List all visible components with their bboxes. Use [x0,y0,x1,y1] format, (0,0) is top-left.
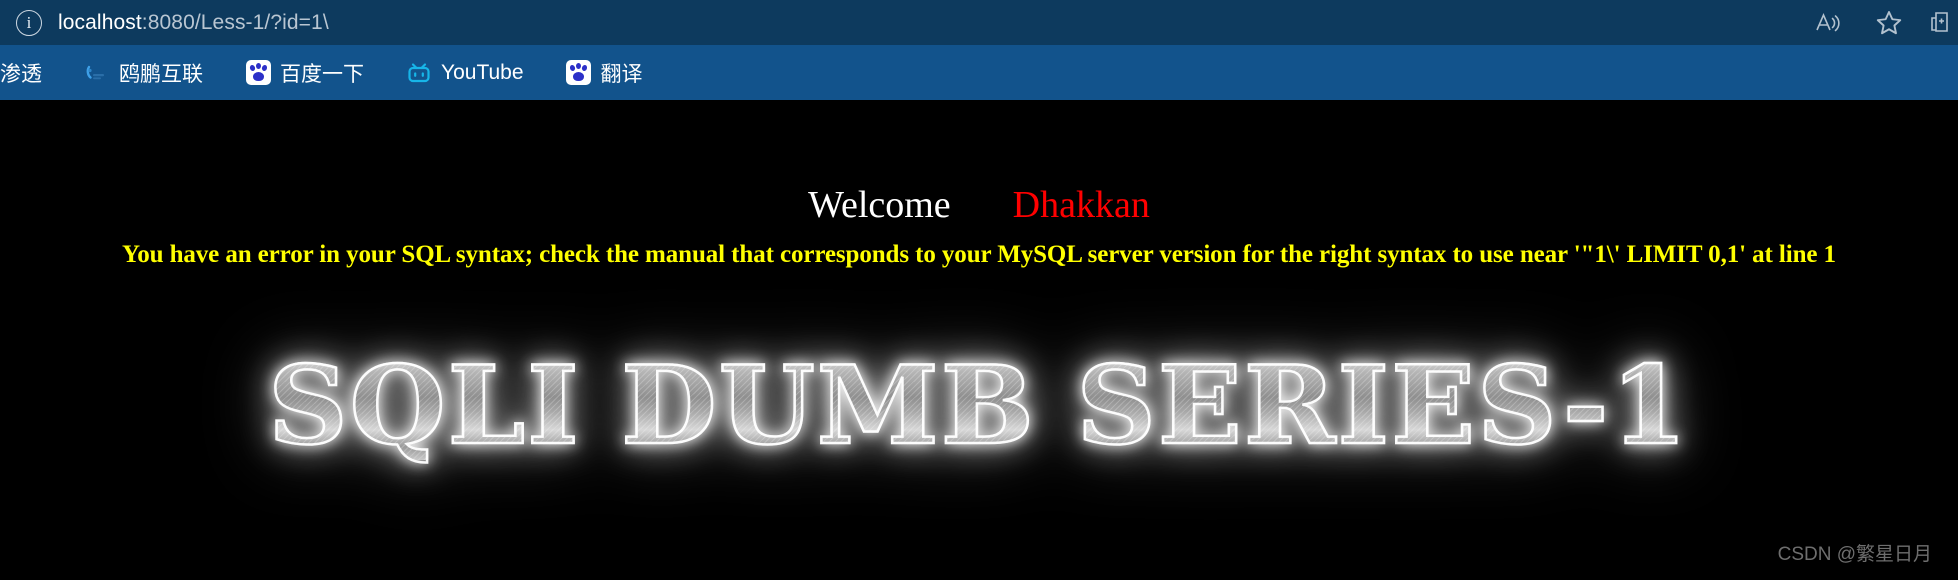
logo-text: SQLI DUMB SERIES-1 [267,342,1690,469]
welcome-line: Welcome Dhakkan [0,184,1958,227]
bookmarks-bar: 渗透 鸥鹏互联 百度一下 YouTube 翻译 [0,45,1958,100]
read-aloud-icon [1813,9,1841,37]
collections-icon [1927,10,1951,36]
collections-button[interactable] [1920,0,1958,45]
bookmark-item-fanyi[interactable]: 翻译 [554,54,655,92]
bookmark-item-oupeng[interactable]: 鸥鹏互联 [72,54,215,92]
star-icon [1874,8,1904,38]
user-name-text: Dhakkan [1012,184,1150,226]
sql-error-message: You have an error in your SQL syntax; ch… [122,240,1836,268]
bookmark-item-youtube[interactable]: YouTube [394,56,536,90]
bookmark-label: YouTube [441,60,524,84]
address-bar-host: localhost [58,10,142,34]
baidu-paw-icon [566,60,592,86]
browser-toolbar: i localhost:8080/Less-1/?id=1\ [0,0,1958,45]
baidu-paw-icon [245,60,271,86]
logo-banner: SQLI DUMB SERIES-1 [0,331,1958,481]
address-bar-path: :8080/Less-1/?id=1\ [141,10,329,34]
watermark-text: CSDN @繁星日月 [1777,544,1932,565]
tv-icon [406,60,432,86]
bookmark-label: 渗透 [0,62,42,86]
info-circle-icon: i [16,9,42,36]
bookmark-item-shentou[interactable]: 渗透 [0,54,54,92]
bookmark-label: 鸥鹏互联 [119,62,203,86]
favorites-button[interactable] [1858,0,1920,45]
read-aloud-button[interactable] [1796,0,1858,45]
page-content: Welcome Dhakkan You have an error in your… [0,100,1958,580]
welcome-text: Welcome [808,184,951,226]
site-info-button[interactable]: i [0,0,58,45]
address-bar-input[interactable]: localhost:8080/Less-1/?id=1\ [58,11,1796,35]
bookmark-label: 翻译 [600,62,643,86]
bookmark-item-baidu[interactable]: 百度一下 [233,54,376,92]
bookmark-label: 百度一下 [280,62,364,86]
oupeng-icon [84,60,110,86]
toolbar-actions [1796,0,1958,45]
